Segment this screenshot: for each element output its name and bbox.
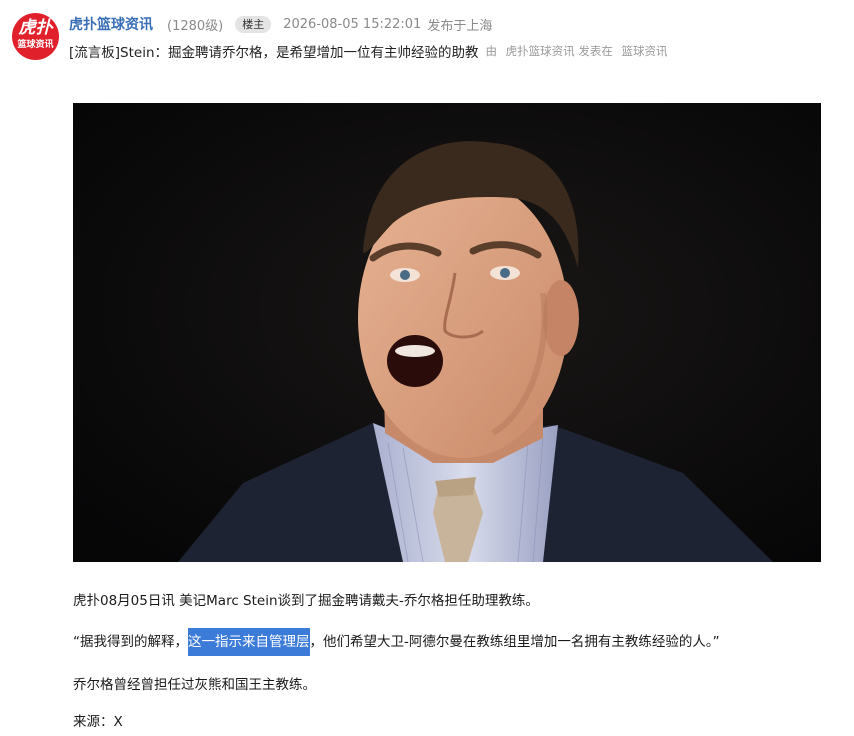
post-photo <box>73 103 821 562</box>
author-link[interactable]: 虎扑篮球资讯 <box>69 14 153 34</box>
post-title: [流言板]Stein：掘金聘请乔尔格，是希望增加一位有主帅经验的助教 <box>69 45 479 61</box>
source-line: 来源：X <box>73 714 123 730</box>
post-time: 2026-08-05 15:22:01 <box>283 16 422 32</box>
quote-text-start: “据我得到的解释， <box>73 634 188 650</box>
quote-text-end: ，他们希望大卫-阿德尔曼在教练组里增加一名拥有主教练经验的人。” <box>309 634 720 650</box>
byline-prefix: 由 <box>485 44 498 58</box>
title-row: [流言板]Stein：掘金聘请乔尔格，是希望增加一位有主帅经验的助教 由 虎扑篮… <box>69 41 667 61</box>
author-level: (1280级) <box>167 18 224 34</box>
article-paragraph: 乔尔格曾经曾担任过灰熊和国王主教练。 <box>73 677 316 693</box>
byline-board-link[interactable]: 篮球资讯 <box>621 44 667 58</box>
avatar-logo-subtext: 篮球资讯 <box>17 40 54 50</box>
selected-text-highlight[interactable]: 这一指示来自管理层 <box>188 628 310 656</box>
post-meta: 虎扑篮球资讯 (1280级) 楼主 2026-08-05 15:22:01 发布… <box>69 14 492 34</box>
byline-author-link[interactable]: 虎扑篮球资讯 <box>506 44 575 58</box>
post-byline: 由 虎扑篮球资讯 发表在 篮球资讯 <box>486 43 668 59</box>
article-paragraph: 虎扑08月05日讯 美记Marc Stein谈到了掘金聘请戴夫-乔尔格担任助理教… <box>73 593 539 609</box>
op-badge: 楼主 <box>235 15 272 33</box>
byline-posted: 发表在 <box>578 44 613 58</box>
avatar[interactable]: 虎扑 篮球资讯 <box>12 13 59 60</box>
post-location: 发布于上海 <box>427 18 493 34</box>
coach-photo-illustration <box>73 103 821 562</box>
quote-paragraph: “据我得到的解释，这一指示来自管理层，他们希望大卫-阿德尔曼在教练组里增加一名拥… <box>73 628 720 656</box>
avatar-logo-text: 虎扑 <box>18 18 53 38</box>
